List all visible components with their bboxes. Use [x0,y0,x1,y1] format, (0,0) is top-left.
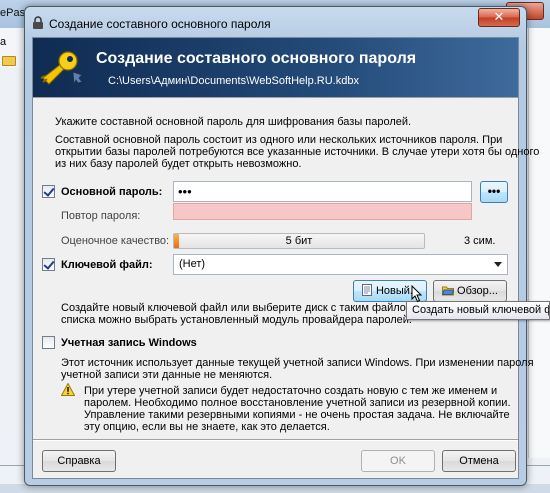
key-file-hint-line-2: списка можно выбрать установленный модул… [61,314,412,326]
lock-icon [33,16,43,29]
windows-account-label: Учетная запись Windows [61,337,197,349]
dialog-title: Создание составного основного пароля [49,17,271,31]
create-master-key-dialog: Создание составного основного пароля ✕ С… [24,6,539,486]
intro-text: Укажите составной основной пароль для ши… [55,116,412,128]
warning-icon [61,383,75,396]
banner-divider [33,97,518,98]
quality-label: Оценочное качество: [61,235,170,247]
help-button[interactable]: Справка [42,450,116,472]
database-path: C:\Users\Админ\Documents\WebSoftHelp.RU.… [108,75,359,87]
folder-icon[interactable] [2,56,16,66]
open-folder-icon [442,286,455,296]
master-password-label: Основной пароль: [61,186,163,198]
close-button[interactable]: ✕ [478,8,520,27]
repeat-password-field[interactable] [173,203,472,220]
ok-button[interactable]: OK [361,450,435,472]
dialog-banner: Создание составного основного пароля C:\… [33,38,518,97]
master-password-checkbox[interactable] [42,185,55,198]
quality-bits: 5 бит [285,235,313,247]
cancel-button[interactable]: Отмена [442,450,516,472]
dialog-client-area: Создание составного основного пароля C:\… [32,37,539,479]
repeat-password-label: Повтор пароля: [61,210,141,222]
key-file-label: Ключевой файл: [61,259,153,271]
browse-key-file-label: Обзор... [457,285,498,297]
new-key-file-tooltip: Создать новый ключевой файл [406,301,550,320]
footer-divider-highlight [33,440,518,441]
show-password-button[interactable]: ••• [480,181,508,203]
banner-title: Создание составного основного пароля [96,50,417,67]
key-file-dropdown[interactable]: (Нет) [173,254,508,275]
key-file-selected: (Нет) [179,258,206,270]
quality-meter: 5 бит [173,233,425,249]
warning-line-4: эту опцию, если вы не знаете, как это де… [84,421,330,433]
key-icon [40,51,83,86]
key-file-checkbox[interactable] [42,258,55,271]
chevron-down-icon[interactable] [494,262,502,267]
mouse-cursor-icon [411,285,423,303]
browse-key-file-button[interactable]: Обзор... [433,280,507,302]
new-file-icon [361,284,372,296]
master-password-field[interactable]: ••• [173,181,472,202]
description-line-3: из них базу паролей будет открыть невозм… [55,158,302,170]
password-length: 3 сим. [464,235,496,247]
background-right-panel [528,28,550,458]
windows-account-checkbox[interactable] [42,336,55,349]
windows-account-desc-line-2: учетной записи эти данные не меняются. [61,369,273,381]
background-label: а [0,36,7,48]
